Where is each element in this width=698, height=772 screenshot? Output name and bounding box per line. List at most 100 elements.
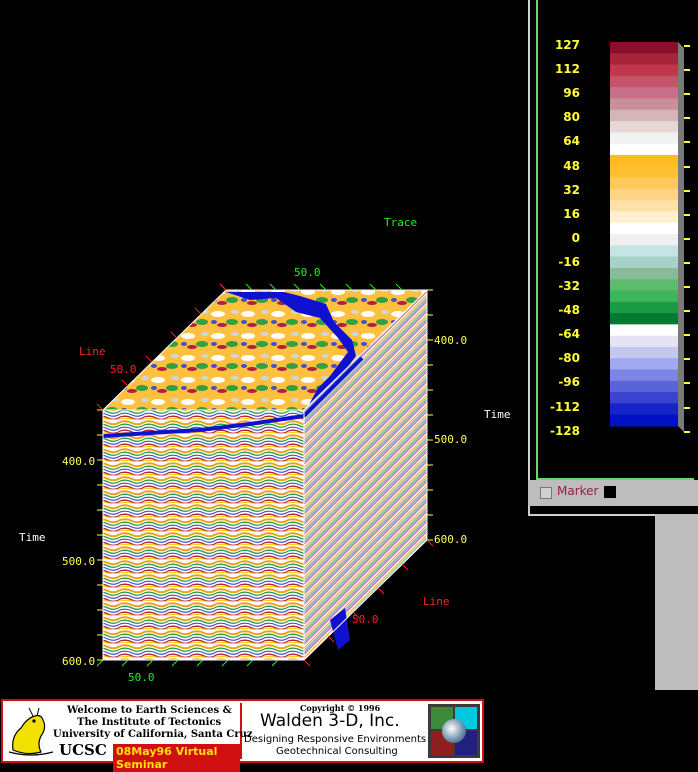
colorbar-tick-mark — [684, 117, 690, 120]
colorbar-tick-mark — [684, 406, 690, 409]
colorbar-band — [610, 222, 678, 235]
time-tick-left-400: 400.0 — [62, 455, 96, 468]
colorbar-tick-label: -96 — [558, 375, 580, 390]
colorbar-tick-label: 80 — [563, 110, 580, 125]
colorbar-band — [610, 346, 678, 359]
colorbar-tick-label: 48 — [563, 158, 580, 173]
walden-section: Copyright © 1996 Walden 3-D, Inc. Design… — [242, 703, 428, 759]
ucsc-wordmark: UCSC — [59, 741, 107, 759]
colorbar-tick-label: 96 — [563, 86, 580, 101]
colorbar-tick-mark — [684, 69, 690, 72]
colorbar-tick-mark — [684, 165, 690, 168]
banner-welcome-line1: Welcome to Earth Sciences & — [67, 705, 232, 716]
walden-logo-icon — [428, 704, 480, 758]
colorbar-band — [610, 188, 678, 201]
colorbar-tick-mark — [684, 286, 690, 288]
colorbar-tick-label: 127 — [554, 38, 580, 52]
colorbar-band — [610, 211, 678, 224]
line-axis-title-left: Line — [79, 345, 106, 358]
colorbar-band — [610, 392, 678, 405]
seminar-badge: 08May96 Virtual Seminar — [113, 744, 240, 772]
gray-panel-strip — [655, 514, 698, 690]
colorbar-tick-label: -32 — [558, 279, 580, 293]
colorbar-band — [610, 87, 678, 100]
colorbar-band — [610, 245, 678, 258]
colorbar-tick-mark — [684, 310, 690, 313]
cube-front-face — [103, 410, 304, 660]
banner-welcome-line2: The Institute of Tectonics — [77, 717, 222, 728]
colorbar-band — [610, 324, 678, 337]
colorbar-band — [610, 154, 678, 167]
colorbar-band — [610, 98, 678, 111]
company-name: Walden 3-D, Inc. — [260, 711, 400, 731]
colorbar-tick-mark — [684, 45, 690, 47]
colorbar-band — [610, 42, 678, 54]
time-tick-right-500: 500.0 — [434, 433, 468, 446]
colorbar-band — [610, 256, 678, 269]
colorbar-band — [610, 109, 678, 122]
colorbar-band — [610, 200, 678, 213]
ucsc-section: Welcome to Earth Sciences & The Institut… — [5, 703, 253, 772]
trace-tick-label: 50.0 — [294, 266, 321, 279]
colorbar-band — [610, 64, 678, 77]
colorbar-tick-label: 16 — [563, 206, 580, 221]
colorbar-band — [610, 53, 678, 66]
colorbar-band — [610, 75, 678, 88]
time-axis-title-right: Time — [484, 408, 511, 421]
bottom-tick-label: 50.0 — [128, 671, 155, 684]
time-tick-left-600: 600.0 — [62, 655, 96, 668]
colorbar-band — [610, 177, 678, 190]
marker-checkbox[interactable] — [540, 487, 552, 499]
colorbar-band — [610, 234, 678, 246]
marker-color-swatch[interactable] — [604, 486, 616, 498]
colorbar-band — [610, 380, 678, 393]
banner-welcome-line3: University of California, Santa Cruz — [53, 729, 253, 740]
line-axis-title-right: Line — [423, 595, 450, 608]
tagline-2: Geotechnical Consulting — [276, 746, 398, 757]
time-tick-left-500: 500.0 — [62, 555, 96, 568]
colorbar-band — [610, 403, 678, 416]
colorbar-tick-label: 64 — [563, 134, 580, 149]
colorbar-tick-mark — [684, 189, 690, 192]
colorbar-tick-label: -64 — [558, 327, 580, 342]
colorbar-band — [610, 290, 678, 303]
colorbar-tick-mark — [684, 141, 690, 144]
time-tick-right-600: 600.0 — [434, 533, 468, 546]
tagline-1: Designing Responsive Environments — [244, 734, 427, 745]
colorbar-tick-label: 32 — [563, 182, 580, 197]
colorbar-band — [610, 313, 678, 325]
time-tick-right-400: 400.0 — [434, 334, 468, 347]
trace-axis-title: Trace — [384, 216, 418, 229]
colorbar-band — [610, 335, 678, 348]
colorbar-tick-label: -112 — [549, 399, 580, 414]
colorbar-tick-label: 0 — [571, 230, 580, 245]
colorbar-band — [610, 358, 678, 371]
colorbar-band — [610, 132, 678, 145]
colorbar-tick-label: -48 — [558, 303, 580, 318]
colorbar-band — [610, 121, 678, 133]
colorbar-tick-label: -16 — [558, 254, 580, 269]
colorbar-tick-label: 112 — [554, 62, 580, 77]
colorbar-band — [610, 143, 678, 156]
marker-label: Marker — [557, 484, 599, 498]
colorbar-band — [610, 301, 678, 314]
colorbar-band — [610, 267, 678, 280]
colorbar-tick-mark — [684, 213, 690, 216]
colorbar-band — [610, 369, 678, 382]
line-tick-label-right: 50.0 — [352, 613, 379, 626]
colorbar — [610, 42, 684, 432]
colorbar-band — [610, 414, 678, 427]
line-tick-label-left: 50.0 — [110, 363, 137, 376]
colorbar-tick-mark — [684, 93, 690, 96]
seminar-banner[interactable]: Welcome to Earth Sciences & The Institut… — [1, 699, 484, 772]
marker-toggle-row[interactable]: Marker — [528, 480, 698, 506]
colorbar-tick-mark — [684, 430, 690, 433]
colorbar-tick-mark — [684, 382, 690, 385]
colorbar-tick-mark — [684, 237, 690, 240]
colorbar-tick-mark — [684, 334, 690, 337]
colorbar-band — [610, 166, 678, 179]
colorbar-band — [610, 279, 678, 292]
time-axis-title-left: Time — [19, 531, 46, 544]
colorbar-tick-label: -80 — [558, 351, 580, 366]
colorbar-tick-mark — [684, 261, 690, 264]
